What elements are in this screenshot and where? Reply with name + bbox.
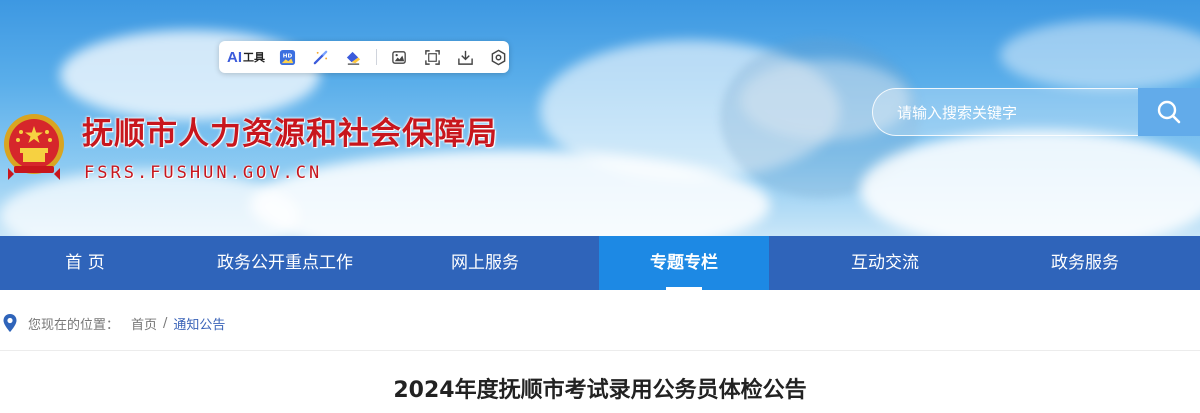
eraser-button[interactable] <box>342 46 364 68</box>
gear-icon <box>491 49 505 65</box>
crop-frame-icon <box>424 49 440 65</box>
nav-item-home[interactable]: 首 页 <box>0 236 170 290</box>
breadcrumb: 您现在的位置： 首页 / 通知公告 <box>0 306 225 340</box>
nav-item-special-topics[interactable]: 专题专栏 <box>599 236 769 290</box>
search-icon <box>1157 100 1181 124</box>
article-title: 2024年度抚顺市考试录用公务员体检公告 <box>393 378 807 403</box>
eraser-icon <box>346 51 360 65</box>
download-icon <box>457 50 473 65</box>
magic-wand-button[interactable] <box>309 46 331 68</box>
download-button[interactable] <box>454 46 476 68</box>
floating-toolbar: AI 工具 HD <box>219 41 509 73</box>
nav-item-government-affairs[interactable]: 政务公开重点工作 <box>170 236 400 290</box>
site-title: 抚顺市人力资源和社会保障局 <box>82 116 498 152</box>
site-domain: FSRS.FUSHUN.GOV.CN <box>84 163 323 183</box>
toolbar-divider <box>376 49 377 65</box>
ai-label: AI <box>227 48 242 66</box>
tool-label: 工具 <box>243 51 265 64</box>
search-input[interactable] <box>895 101 1129 125</box>
nav-item-interaction[interactable]: 互动交流 <box>800 236 970 290</box>
banner-cloud <box>1000 20 1200 90</box>
settings-button[interactable] <box>487 46 509 68</box>
breadcrumb-lead: 您现在的位置： <box>28 317 120 333</box>
svg-text:HD: HD <box>282 53 292 59</box>
image-edit-icon <box>391 50 406 64</box>
magic-wand-icon <box>313 50 327 64</box>
image-edit-button[interactable] <box>388 46 410 68</box>
breadcrumb-current-link[interactable]: 通知公告 <box>173 314 225 333</box>
hd-image-button[interactable]: HD <box>276 46 298 68</box>
main-nav: 首 页 政务公开重点工作 网上服务 专题专栏 互动交流 政务服务 <box>0 236 1200 290</box>
ai-tool-button[interactable]: AI 工具 <box>227 47 265 67</box>
search-button[interactable] <box>1138 88 1200 136</box>
breadcrumb-home-link[interactable]: 首页 <box>131 314 157 333</box>
crop-button[interactable] <box>421 46 443 68</box>
breadcrumb-separator: / <box>163 315 168 331</box>
national-emblem-icon <box>4 114 64 180</box>
location-pin-icon <box>3 314 17 332</box>
divider <box>0 350 1200 351</box>
nav-item-online-services[interactable]: 网上服务 <box>400 236 570 290</box>
nav-item-public-services[interactable]: 政务服务 <box>1000 236 1170 290</box>
hd-image-icon: HD <box>279 49 295 65</box>
